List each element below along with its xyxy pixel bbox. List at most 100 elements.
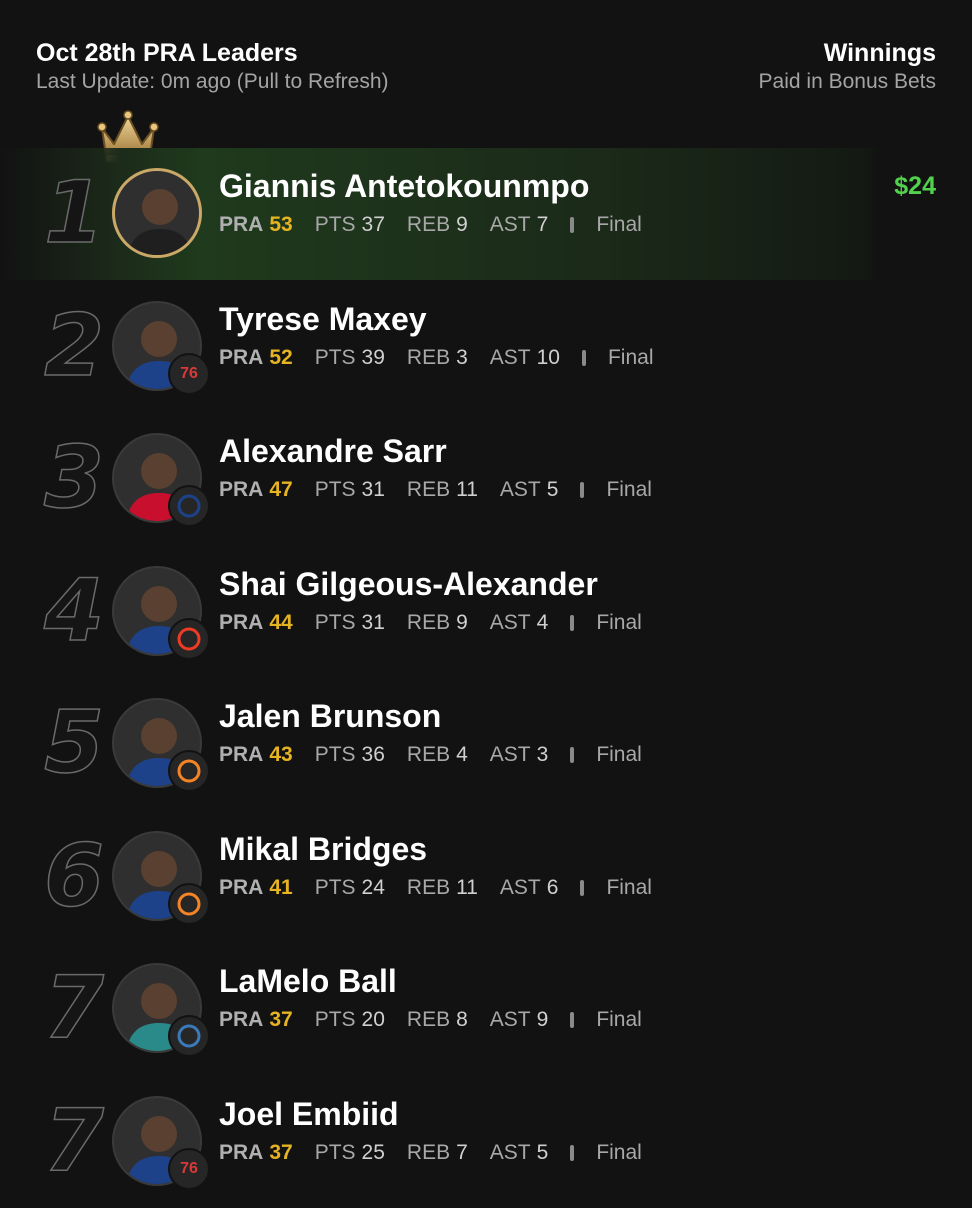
knicks-logo-icon [168, 882, 210, 925]
pts-label: PTS [314, 478, 356, 501]
pts-value: 24 [361, 875, 385, 899]
game-status: Final [606, 478, 652, 501]
reb-label: REB [406, 875, 451, 899]
stat-line: PRA 43 PTS 36 REB 4 AST 3 Final [219, 741, 642, 769]
reb-label: REB [406, 345, 451, 369]
pra-label: PRA [219, 478, 264, 501]
reb-label: REB [406, 213, 451, 236]
ast-label: AST [489, 1140, 531, 1164]
reb-label: REB [406, 478, 451, 501]
knicks-logo-icon [168, 750, 210, 792]
pts-value: 31 [361, 610, 385, 634]
player-name: Giannis Antetokounmpo [219, 168, 590, 204]
pra-label: PRA [219, 345, 264, 369]
pts-value: 25 [361, 1140, 385, 1164]
reb-value: 4 [456, 743, 468, 766]
player-avatar-wrap[interactable] [112, 565, 212, 666]
divider [570, 614, 575, 631]
player-avatar-wrap[interactable] [112, 830, 212, 931]
rank-number: 6 [43, 825, 104, 926]
team-emblem-icon [177, 627, 201, 650]
player-silhouette-icon [127, 189, 193, 255]
ast-value: 6 [546, 875, 559, 899]
pra-label: PRA [219, 1008, 264, 1031]
divider [580, 482, 585, 498]
pra-label: PRA [219, 213, 264, 236]
leader-row[interactable]: 7 LaMelo Ball PRA 37 PTS 20 REB 8 AST 9 Final [0, 943, 972, 1075]
player-avatar-wrap[interactable] [112, 168, 212, 268]
player-name: Jalen Brunson [219, 698, 442, 734]
divider [581, 349, 586, 366]
avatar [112, 168, 202, 258]
ast-value: 5 [536, 1140, 549, 1164]
player-avatar-wrap[interactable] [112, 698, 212, 798]
divider [580, 879, 585, 896]
reb-value: 11 [456, 875, 478, 899]
pts-label: PTS [314, 1140, 356, 1164]
rank-number: 3 [43, 428, 104, 528]
player-avatar-wrap[interactable]: 76 [112, 1095, 212, 1196]
ast-label: AST [489, 1008, 531, 1031]
leader-row[interactable]: 6 Mikal Bridges PRA 41 PTS 24 REB 11 AST 6 Final [0, 811, 972, 943]
ast-label: AST [489, 345, 531, 369]
wizards-logo-icon [168, 485, 210, 527]
stat-line: PRA 52 PTS 39 REB 3 AST 10 Final [219, 344, 654, 372]
rank-number: 7 [43, 1090, 104, 1191]
player-avatar-wrap[interactable] [112, 433, 212, 533]
header-left: Oct 28th PRA Leaders Last Update: 0m ago… [36, 38, 389, 96]
rank-number: 4 [43, 560, 104, 661]
pts-label: PTS [314, 345, 356, 369]
pra-value: 44 [269, 610, 293, 634]
thunder-logo-icon [168, 617, 210, 660]
reb-value: 9 [456, 213, 468, 236]
last-update-text[interactable]: Last Update: 0m ago (Pull to Refresh) [36, 68, 389, 96]
player-name: LaMelo Ball [219, 963, 397, 999]
game-status: Final [596, 610, 642, 634]
leader-row[interactable]: 5 Jalen Brunson PRA 43 PTS 36 REB 4 AST 3 Final [0, 678, 972, 810]
player-name: Mikal Bridges [219, 830, 428, 867]
pra-value: 37 [269, 1140, 293, 1164]
hornets-logo-icon [168, 1015, 210, 1057]
leader-row[interactable]: 1 Giannis Antetokounmpo PRA 53 PTS 37 REB 9 AST 7… [0, 148, 972, 280]
leader-row[interactable]: 2 76 Tyrese Maxey PRA 52 PTS 39 REB 3 AST 10 Final [0, 281, 972, 413]
pts-label: PTS [314, 743, 356, 766]
pra-value: 43 [269, 743, 293, 766]
pts-label: PTS [314, 875, 356, 899]
winnings-subtitle: Paid in Bonus Bets [758, 70, 936, 93]
team-logo-text: 76 [180, 1159, 198, 1177]
game-status: Final [596, 1008, 642, 1031]
player-avatar-wrap[interactable] [112, 963, 212, 1063]
game-status: Final [607, 345, 654, 369]
divider [570, 1012, 575, 1028]
player-avatar-wrap[interactable]: 76 [112, 300, 212, 401]
rank-number: 2 [43, 295, 104, 396]
pts-label: PTS [314, 1008, 356, 1031]
stat-line: PRA 37 PTS 20 REB 8 AST 9 Final [219, 1006, 642, 1034]
reb-label: REB [406, 1140, 451, 1164]
pts-value: 36 [361, 743, 385, 766]
divider [570, 217, 575, 233]
reb-label: REB [406, 1008, 451, 1031]
game-status: Final [596, 1140, 642, 1164]
pra-label: PRA [219, 610, 264, 634]
rank-number: 5 [43, 693, 104, 793]
ast-label: AST [499, 875, 541, 899]
ast-value: 3 [536, 743, 549, 766]
header-right: Winnings Paid in Bonus Bets [759, 38, 936, 96]
leader-row[interactable]: 3 Alexandre Sarr PRA 47 PTS 31 REB 11 AST 5 Final [0, 413, 972, 545]
winnings-title: Winnings [823, 39, 936, 67]
reb-label: REB [406, 743, 451, 766]
leader-row[interactable]: 7 76 Joel Embiid PRA 37 PTS 25 REB 7 AST 5 Final [0, 1076, 972, 1208]
ast-value: 7 [536, 213, 549, 236]
pts-value: 39 [361, 345, 385, 369]
reb-value: 9 [456, 610, 468, 634]
ast-label: AST [489, 743, 531, 766]
team-emblem-icon [177, 494, 201, 518]
leader-row[interactable]: 4 Shai Gilgeous-Alexander PRA 44 PTS 31 REB 9 AS… [0, 546, 972, 678]
pts-value: 31 [361, 478, 385, 501]
pra-value: 47 [269, 478, 293, 501]
team-emblem-icon [177, 759, 201, 783]
stat-line: PRA 44 PTS 31 REB 9 AST 4 Final [219, 609, 642, 637]
player-name: Joel Embiid [219, 1095, 399, 1132]
player-name: Tyrese Maxey [219, 300, 427, 337]
